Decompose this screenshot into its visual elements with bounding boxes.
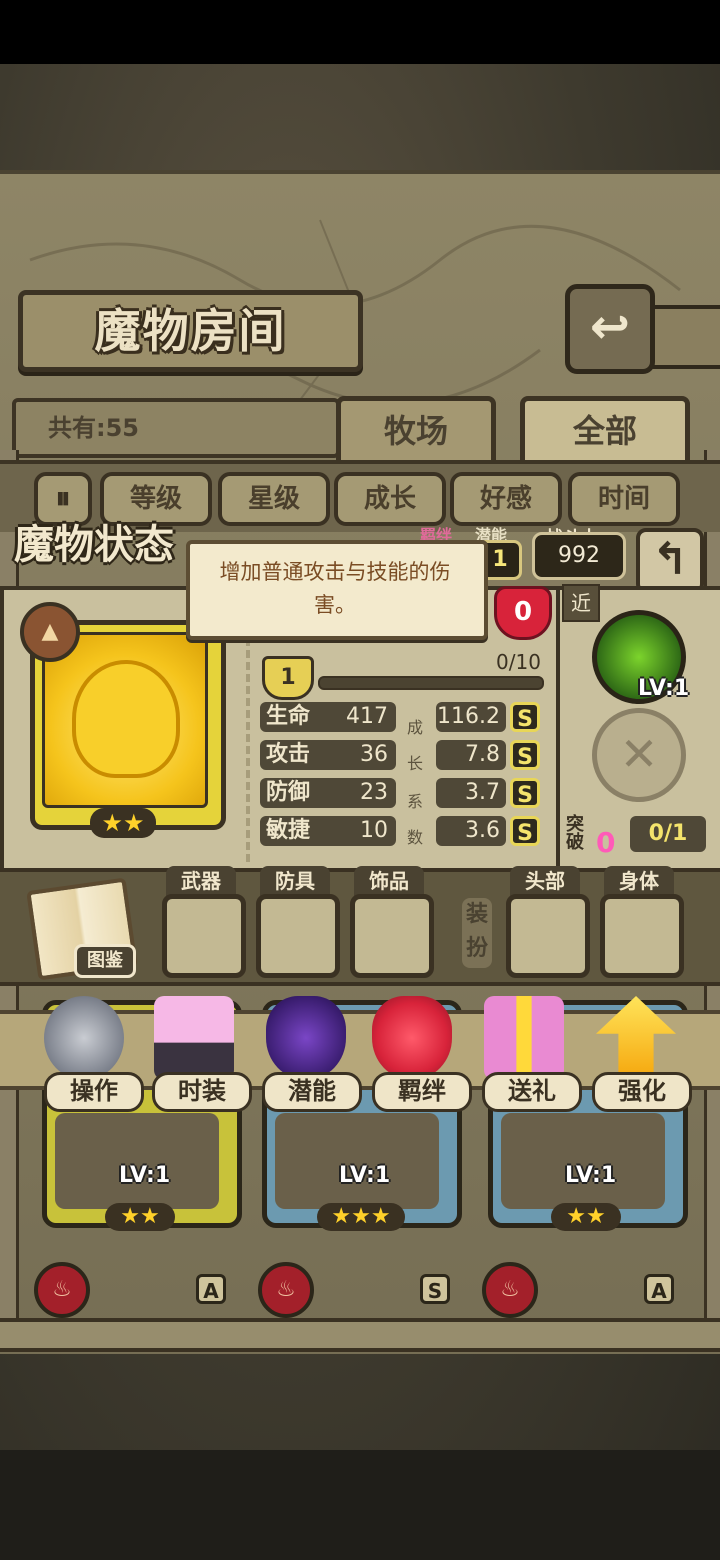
card-stars: ★★ bbox=[90, 808, 156, 838]
tab-ranch[interactable]: 牧场 bbox=[336, 396, 496, 461]
grade-badge: S bbox=[510, 702, 540, 732]
action-costume-button[interactable]: 时装 bbox=[152, 1072, 252, 1112]
close-icon: ✕ bbox=[619, 727, 659, 781]
slot-label-armor: 防具 bbox=[260, 866, 330, 896]
monster-count: 共有:55 bbox=[48, 414, 139, 442]
card-level: LV:1 bbox=[339, 1163, 391, 1188]
fire-icon: ♨ bbox=[258, 1262, 314, 1318]
card-stars: ★★ bbox=[105, 1203, 175, 1231]
sort-time-button[interactable]: 时间 bbox=[568, 472, 680, 526]
stat-value: 417 bbox=[346, 704, 388, 729]
rank-badge: S bbox=[420, 1274, 450, 1304]
stat-row-defense: 防御 23 bbox=[260, 778, 396, 808]
slot-label-accessory: 饰品 bbox=[354, 866, 424, 896]
fire-icon: ♨ bbox=[34, 1262, 90, 1318]
sort-star-button[interactable]: 星级 bbox=[218, 472, 330, 526]
card-portrait bbox=[501, 1113, 665, 1209]
slot-label-body: 身体 bbox=[604, 866, 674, 896]
action-potential-button[interactable]: 潜能 bbox=[262, 1072, 362, 1112]
costume-icon[interactable] bbox=[154, 996, 234, 1080]
level-badge: 1 bbox=[262, 656, 314, 700]
page-title: 魔物房间 bbox=[94, 304, 287, 358]
page-title-plate: 魔物房间 bbox=[18, 290, 363, 372]
card-stars: ★★★ bbox=[317, 1203, 405, 1231]
return-icon: ↰ bbox=[651, 534, 689, 585]
card-portrait bbox=[55, 1113, 219, 1209]
potential-icon[interactable] bbox=[266, 996, 346, 1080]
body-slot[interactable] bbox=[600, 894, 684, 978]
growth-value-agility: 3.6 bbox=[436, 816, 506, 846]
growth-value-hp: 116.2 bbox=[436, 702, 506, 732]
exp-text: 0/10 bbox=[496, 650, 541, 674]
card-stars: ★★ bbox=[551, 1203, 621, 1231]
sort-growth-button[interactable]: 成长 bbox=[334, 472, 446, 526]
card-level: LV:1 bbox=[119, 1163, 171, 1188]
rank-badge: A bbox=[196, 1274, 226, 1304]
card-level: LV:1 bbox=[565, 1163, 617, 1188]
action-bond-button[interactable]: 羁绊 bbox=[372, 1072, 472, 1112]
accessory-slot[interactable] bbox=[350, 894, 434, 978]
book-label[interactable]: 图鉴 bbox=[74, 944, 136, 978]
tab-all[interactable]: 全部 bbox=[520, 396, 690, 461]
stat-row-agility: 敏捷 10 bbox=[260, 816, 396, 846]
growth-char: 系 bbox=[407, 792, 424, 811]
break-label: 突破 bbox=[566, 814, 584, 853]
back-button[interactable]: ↩ bbox=[565, 284, 655, 374]
head-slot[interactable] bbox=[506, 894, 590, 978]
dress-label: 装扮 bbox=[462, 898, 492, 968]
grade-badge: S bbox=[510, 778, 540, 808]
bottom-shade bbox=[0, 1450, 720, 1560]
slot-label-head: 头部 bbox=[510, 866, 580, 896]
monster-sprite bbox=[72, 660, 180, 778]
break-progress[interactable]: 0/1 bbox=[630, 816, 706, 852]
action-operate-button[interactable]: 操作 bbox=[44, 1072, 144, 1112]
stat-row-hp: 生命 417 bbox=[260, 702, 396, 732]
slot-label-weapon: 武器 bbox=[166, 866, 236, 896]
growth-char: 数 bbox=[407, 828, 424, 847]
stat-value: 23 bbox=[360, 780, 388, 805]
stat-value: 10 bbox=[360, 818, 388, 843]
mountain-icon: ▲ bbox=[20, 602, 80, 662]
gear-icon[interactable] bbox=[44, 996, 124, 1080]
return-icon: ↩ bbox=[589, 299, 631, 355]
action-gift-button[interactable]: 送礼 bbox=[482, 1072, 582, 1112]
bottom-frame bbox=[0, 1318, 720, 1352]
stat-name: 防御 bbox=[266, 780, 311, 805]
growth-value-defense: 3.7 bbox=[436, 778, 506, 808]
stat-name: 生命 bbox=[266, 704, 311, 729]
growth-value-attack: 7.8 bbox=[436, 740, 506, 770]
tooltip-text: 增加普通攻击与技能的伤害。 bbox=[219, 560, 451, 617]
break-value: 0 bbox=[596, 826, 616, 859]
heart-icon[interactable] bbox=[372, 996, 452, 1080]
exp-bar bbox=[318, 676, 544, 690]
stat-name: 敏捷 bbox=[266, 818, 311, 843]
card-portrait bbox=[275, 1113, 439, 1209]
stat-name: 攻击 bbox=[266, 742, 311, 767]
power-value: 992 bbox=[532, 532, 626, 580]
growth-char: 长 bbox=[407, 754, 424, 773]
growth-char: 成 bbox=[407, 718, 424, 737]
sort-affection-button[interactable]: 好感 bbox=[450, 472, 562, 526]
stat-row-attack: 攻击 36 bbox=[260, 740, 396, 770]
gift-icon[interactable] bbox=[484, 996, 564, 1080]
rank-badge: A bbox=[644, 1274, 674, 1304]
empty-skill-slot[interactable]: ✕ bbox=[592, 708, 686, 802]
status-close-button[interactable]: ↰ bbox=[636, 528, 704, 594]
fire-icon: ♨ bbox=[482, 1262, 538, 1318]
grade-badge: S bbox=[510, 816, 540, 846]
range-tag: 近 bbox=[562, 584, 600, 622]
affection-heart[interactable]: 0 bbox=[494, 586, 552, 640]
action-enhance-button[interactable]: 强化 bbox=[592, 1072, 692, 1112]
weapon-slot[interactable] bbox=[162, 894, 246, 978]
stat-value: 36 bbox=[360, 742, 388, 767]
armor-slot[interactable] bbox=[256, 894, 340, 978]
skill-level: LV:1 bbox=[638, 676, 690, 701]
status-title: 魔物状态 bbox=[14, 522, 174, 568]
grade-badge: S bbox=[510, 740, 540, 770]
